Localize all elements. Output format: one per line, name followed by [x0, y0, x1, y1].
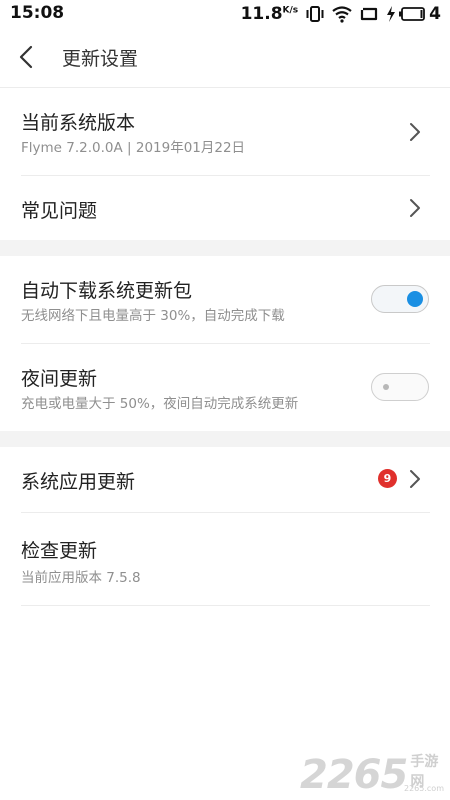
back-arrow-icon[interactable]	[16, 44, 42, 70]
vibrate-icon	[306, 6, 324, 22]
charging-icon	[387, 6, 396, 22]
check-update-row[interactable]: 检查更新 当前应用版本 7.5.8	[0, 513, 450, 605]
update-count-badge: 9	[378, 469, 397, 488]
battery-level: 4	[429, 4, 441, 24]
night-update-toggle[interactable]	[371, 373, 429, 401]
divider	[21, 605, 430, 606]
network-speed-value: 11.8	[240, 4, 283, 24]
system-app-update-title: 系统应用更新	[21, 471, 136, 493]
watermark-number: 2265	[300, 752, 408, 798]
chevron-right-icon	[410, 123, 420, 141]
system-app-update-row[interactable]: 系统应用更新 9	[0, 447, 450, 512]
night-update-title: 夜间更新	[21, 368, 98, 390]
faq-row[interactable]: 常见问题	[0, 176, 450, 240]
check-update-subtitle: 当前应用版本 7.5.8	[21, 570, 141, 586]
watermark-logo: 2265 手游网 2265.com	[300, 752, 450, 798]
page-title: 更新设置	[62, 48, 139, 70]
network-speed-unit: K/s	[282, 5, 299, 16]
auto-download-title: 自动下载系统更新包	[21, 280, 193, 302]
section-gap	[0, 431, 450, 447]
section-gap	[0, 240, 450, 256]
network-speed: 11.8K/s	[241, 4, 299, 24]
current-version-title: 当前系统版本	[21, 112, 136, 134]
auto-download-subtitle: 无线网络下且电量高于 30%，自动完成下载	[21, 308, 285, 324]
status-bar: 15:08 11.8K/s 4	[0, 0, 450, 28]
wifi-icon	[332, 6, 352, 23]
faq-title: 常见问题	[21, 200, 98, 222]
app-header: 更新设置	[0, 28, 450, 88]
watermark-url: 2265.com	[404, 784, 444, 793]
current-version-row[interactable]: 当前系统版本 Flyme 7.2.0.0A | 2019年01月22日	[0, 88, 450, 176]
night-update-subtitle: 充电或电量大于 50%，夜间自动完成系统更新	[21, 396, 299, 412]
auto-download-toggle[interactable]	[371, 285, 429, 313]
night-update-row: 夜间更新 充电或电量大于 50%，夜间自动完成系统更新	[0, 344, 450, 431]
toggle-knob	[383, 384, 389, 390]
chevron-right-icon	[410, 199, 420, 217]
status-time: 15:08	[10, 3, 65, 23]
auto-download-row: 自动下载系统更新包 无线网络下且电量高于 30%，自动完成下载	[0, 256, 450, 343]
toggle-knob	[407, 291, 423, 307]
current-version-subtitle: Flyme 7.2.0.0A | 2019年01月22日	[21, 140, 246, 156]
chevron-right-icon	[410, 470, 420, 488]
battery-icon	[399, 7, 426, 21]
check-update-title: 检查更新	[21, 540, 98, 562]
status-icons: 11.8K/s 4	[241, 3, 441, 25]
screen-cast-icon	[361, 7, 378, 21]
